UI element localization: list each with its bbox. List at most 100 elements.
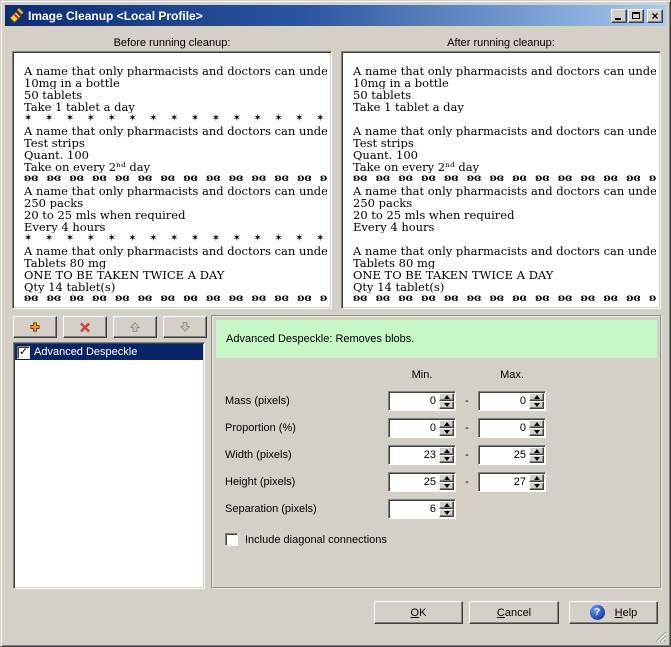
spin-down-button[interactable] [439, 401, 454, 409]
spin-up-button[interactable] [529, 474, 544, 482]
preview-text-line [353, 233, 656, 245]
spin-down-button[interactable] [529, 455, 544, 463]
max-spinbox[interactable]: 0 [478, 391, 546, 411]
preview-text-line: 250 packs [353, 197, 656, 209]
preview-text-line: Qty 14 tablet(s) [353, 281, 656, 293]
include-diagonal-checkbox[interactable] [225, 533, 238, 546]
filter-listbox: ✓ Advanced Despeckle [13, 342, 205, 589]
move-up-button[interactable] [113, 316, 157, 338]
spin-up-button[interactable] [529, 393, 544, 401]
preview-text-line: A name that only pharmacists and doctors… [24, 65, 327, 77]
spin-down-icon [444, 403, 450, 407]
preview-text-line: ONE TO BE TAKEN TWICE A DAY [24, 269, 327, 281]
parameter-row: Proportion (%) 0 - 0 [213, 414, 660, 441]
min-value[interactable]: 0 [430, 395, 436, 407]
filter-checkbox[interactable]: ✓ [17, 346, 30, 359]
spinner [529, 447, 544, 463]
preview-text-line: Test strips [353, 137, 656, 149]
min-spinbox[interactable]: 0 [388, 418, 456, 438]
add-filter-button[interactable] [13, 316, 57, 338]
range-separator: - [456, 476, 478, 488]
max-value[interactable]: 25 [514, 449, 526, 461]
spin-down-button[interactable] [529, 482, 544, 490]
min-spinbox[interactable]: 0 [388, 391, 456, 411]
parameter-row: Width (pixels) 23 - 25 [213, 441, 660, 468]
spin-down-icon [444, 430, 450, 434]
range-separator: - [456, 395, 478, 407]
after-panel-label: After running cleanup: [341, 37, 661, 50]
spin-up-icon [444, 503, 450, 507]
preview-text-line: Take on every 2ⁿᵈ day [24, 161, 327, 173]
after-preview-panel: A name that only pharmacists and doctors… [341, 51, 661, 309]
spin-up-icon [444, 449, 450, 453]
help-button[interactable]: ? Help [569, 601, 658, 624]
min-spinbox[interactable]: 23 [388, 445, 456, 465]
spin-up-button[interactable] [439, 393, 454, 401]
resize-grip[interactable] [653, 629, 666, 642]
spinner [529, 420, 544, 436]
spin-up-icon [444, 476, 450, 480]
min-value[interactable]: 25 [424, 476, 436, 488]
filter-list-item[interactable]: ✓ Advanced Despeckle [15, 344, 203, 360]
broom-icon [8, 8, 24, 24]
min-spinbox[interactable]: 6 [388, 499, 456, 519]
preview-text-line: 50 tablets [24, 89, 327, 101]
cancel-button[interactable]: Cancel [469, 601, 559, 624]
spin-down-button[interactable] [439, 482, 454, 490]
spinner [439, 393, 454, 409]
max-spinbox[interactable]: 0 [478, 418, 546, 438]
title-bar[interactable]: Image Cleanup <Local Profile> × [5, 5, 666, 26]
max-spinbox[interactable]: 25 [478, 445, 546, 465]
filter-description-bar: Advanced Despeckle: Removes blobs. [216, 320, 657, 358]
parameter-label: Proportion (%) [225, 422, 388, 434]
ok-button[interactable]: OK [374, 601, 463, 624]
move-down-button[interactable] [163, 316, 207, 338]
spin-down-button[interactable] [529, 428, 544, 436]
spin-up-button[interactable] [439, 474, 454, 482]
spinner [439, 420, 454, 436]
max-value[interactable]: 0 [520, 395, 526, 407]
preview-text-line: 10mg in a bottle [353, 77, 656, 89]
include-diagonal-label: Include diagonal connections [245, 534, 387, 546]
delete-filter-button[interactable] [63, 316, 107, 338]
up-arrow-icon [128, 320, 142, 334]
before-panel-label: Before running cleanup: [12, 37, 332, 50]
column-headers: Min. Max. [213, 369, 660, 381]
spin-up-button[interactable] [439, 420, 454, 428]
min-spinbox[interactable]: 25 [388, 472, 456, 492]
max-column-header: Max. [478, 369, 546, 381]
maximize-button[interactable] [628, 9, 644, 23]
spin-up-button[interactable] [529, 420, 544, 428]
parameter-label: Height (pixels) [225, 476, 388, 488]
preview-text-line: A name that only pharmacists and doctors… [353, 245, 656, 257]
min-value[interactable]: 23 [424, 449, 436, 461]
min-value[interactable]: 0 [430, 422, 436, 434]
max-spinbox[interactable]: 27 [478, 472, 546, 492]
min-value[interactable]: 6 [430, 503, 436, 515]
preview-text-line: Tablets 80 mg [24, 257, 327, 269]
spin-down-button[interactable] [439, 428, 454, 436]
max-value[interactable]: 0 [520, 422, 526, 434]
minimize-button[interactable] [611, 9, 627, 23]
maximize-icon [632, 12, 640, 19]
max-value[interactable]: 27 [514, 476, 526, 488]
preview-text-line [353, 113, 656, 125]
image-cleanup-dialog: Image Cleanup <Local Profile> × Before r… [0, 0, 671, 647]
close-button[interactable]: × [647, 9, 663, 23]
spin-down-icon [534, 403, 540, 407]
spin-up-button[interactable] [439, 447, 454, 455]
parameter-row: Separation (pixels) 6 - [213, 495, 660, 522]
preview-text-line: Every 4 hours [353, 221, 656, 233]
plus-icon [29, 321, 41, 333]
spin-down-button[interactable] [439, 509, 454, 517]
spin-up-button[interactable] [439, 501, 454, 509]
spin-down-button[interactable] [439, 455, 454, 463]
preview-text-line: Quant. 100 [353, 149, 656, 161]
preview-text-line: A name that only pharmacists and doctors… [24, 245, 327, 257]
parameter-row: Mass (pixels) 0 - 0 [213, 387, 660, 414]
spin-down-button[interactable] [529, 401, 544, 409]
preview-text-line: A name that only pharmacists and doctors… [24, 125, 327, 137]
window-title: Image Cleanup <Local Profile> [28, 9, 611, 23]
spin-up-button[interactable] [529, 447, 544, 455]
preview-text-line: Quant. 100 [24, 149, 327, 161]
